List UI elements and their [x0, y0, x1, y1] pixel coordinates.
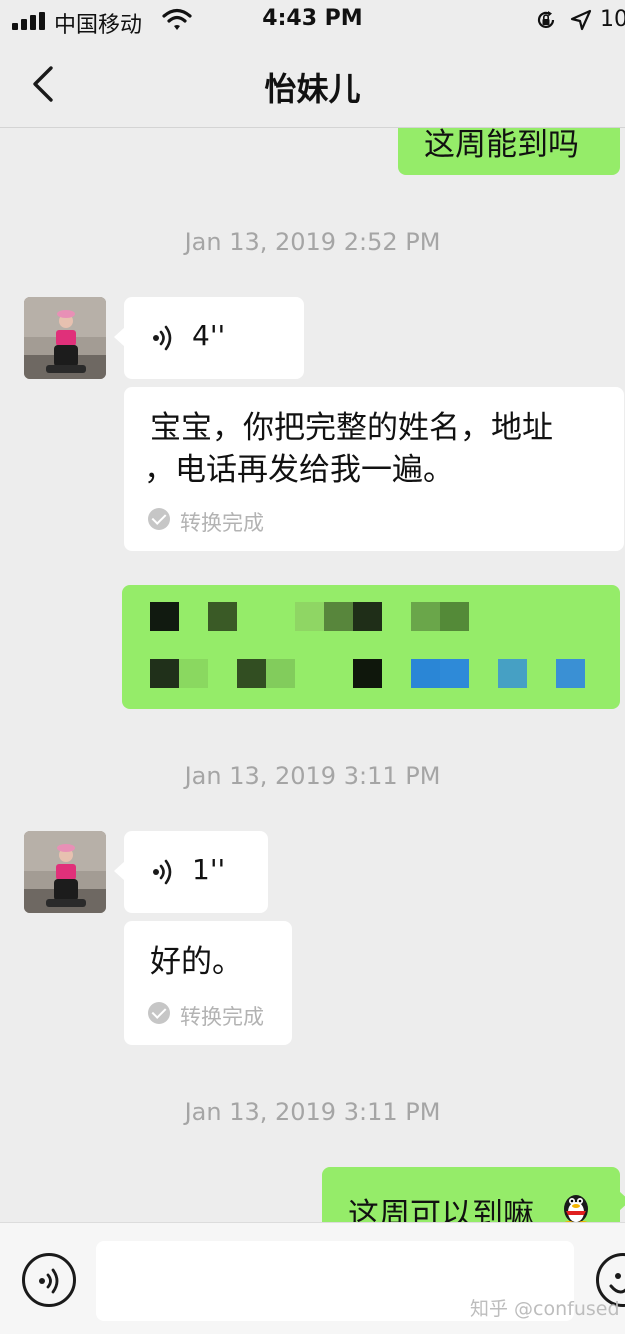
voice-wave-icon [153, 325, 172, 351]
voice-message-bubble[interactable]: 4'' [114, 297, 304, 379]
battery-percentage: 10 [600, 7, 625, 32]
voice-input-button[interactable] [22, 1253, 76, 1307]
timestamp: Jan 13, 2019 3:11 PM [184, 762, 441, 790]
transcript-line: ，电话再发给我一遍。 [144, 452, 454, 488]
check-circle-icon [148, 1002, 170, 1024]
contact-avatar[interactable] [24, 297, 106, 379]
timestamp: Jan 13, 2019 3:11 PM [184, 1098, 441, 1126]
transcript-status-label: 转换完成 [180, 1005, 264, 1029]
sent-message-bubble[interactable]: 这周可以到嘛 [322, 1167, 625, 1222]
transcript-status-label: 转换完成 [180, 511, 264, 535]
check-circle-icon [148, 508, 170, 530]
orientation-lock-icon [537, 11, 555, 29]
voice-message-bubble[interactable]: 1'' [114, 831, 268, 913]
status-bar: 中国移动 4:43 PM 10 [0, 0, 625, 40]
chat-title: 怡妹儿 [264, 70, 361, 108]
chat-header: 怡妹儿 [0, 40, 625, 128]
chat-screen: 这周能到吗 Jan 13, 2019 2:52 PM 4'' 宝宝，你把完整的姓… [0, 0, 625, 1334]
voice-wave-icon [153, 859, 172, 885]
contact-avatar[interactable] [24, 831, 106, 913]
voice-input-icon [39, 1268, 59, 1294]
voice-duration: 1'' [192, 853, 226, 886]
timestamp: Jan 13, 2019 2:52 PM [184, 228, 441, 256]
transcript-line: 宝宝，你把完整的姓名，地址 [150, 410, 553, 446]
location-arrow-icon [570, 9, 592, 31]
voice-transcript-bubble[interactable]: 好的。 转换完成 [124, 921, 292, 1045]
status-time: 4:43 PM [262, 6, 363, 31]
sent-message-text: 这周可以到嘛 [348, 1197, 534, 1222]
sent-message-bubble[interactable] [122, 585, 620, 709]
transcript-line: 好的。 [150, 944, 243, 980]
qq-penguin-emoji [564, 1195, 588, 1222]
watermark: 知乎 @confused [470, 1298, 620, 1320]
voice-duration: 4'' [192, 319, 226, 352]
voice-transcript-bubble[interactable]: 宝宝，你把完整的姓名，地址 ，电话再发给我一遍。 转换完成 [124, 387, 624, 551]
message-list[interactable]: 这周能到吗 Jan 13, 2019 2:52 PM 4'' 宝宝，你把完整的姓… [0, 0, 625, 1222]
